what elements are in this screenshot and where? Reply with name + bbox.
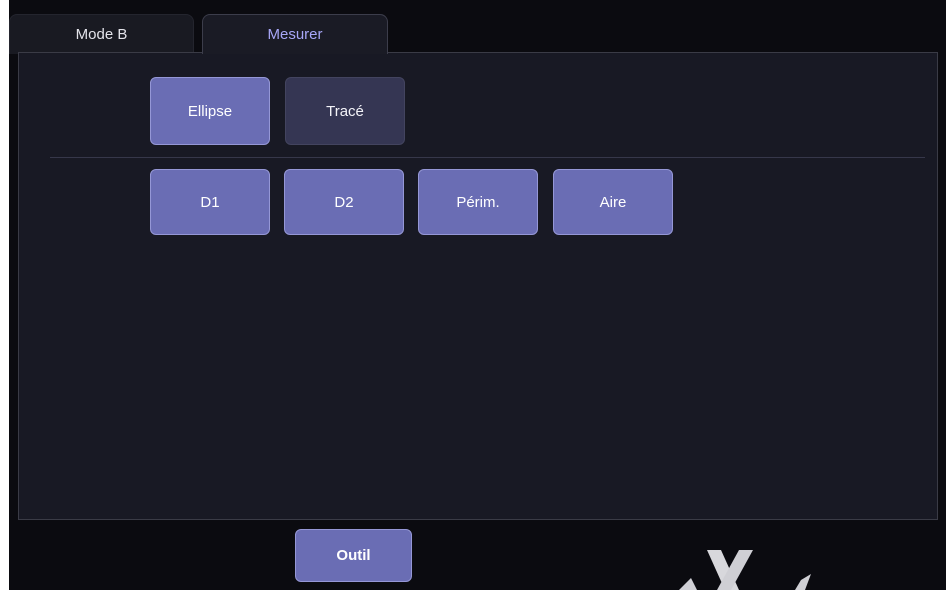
tool-button[interactable]: Outil [295,529,412,582]
tab-label: Mode B [75,26,128,43]
ellipse-button[interactable]: Ellipse [150,77,270,145]
button-label: Ellipse [187,102,233,120]
button-label: Périm. [456,193,500,211]
button-label: Outil [336,547,371,564]
perimeter-button[interactable]: Périm. [418,169,538,235]
button-label: D1 [200,193,220,211]
panel-divider [50,157,925,158]
trace-button[interactable]: Tracé [285,77,405,145]
d1-button[interactable]: D1 [150,169,270,235]
tab-mesurer[interactable]: Mesurer [202,14,388,54]
brand-x-logo-icon [679,550,811,590]
ultrasound-screen: Mode B Mesurer Ellipse Tracé D1 D2 Périm… [9,0,946,590]
button-label: Tracé [326,102,364,120]
tab-label: Mesurer [267,26,323,43]
button-label: Aire [599,193,627,211]
area-button[interactable]: Aire [553,169,673,235]
measure-panel: Ellipse Tracé D1 D2 Périm. Aire [18,52,938,520]
tab-mode-b[interactable]: Mode B [9,14,194,54]
button-label: D2 [334,193,354,211]
d2-button[interactable]: D2 [284,169,404,235]
